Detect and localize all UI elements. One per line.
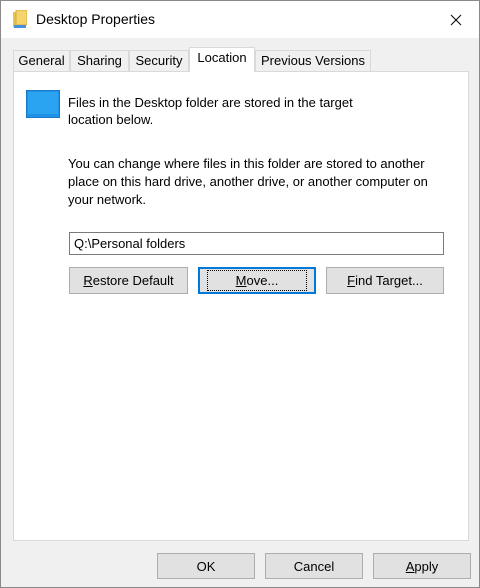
location-description: Files in the Desktop folder are stored i… (68, 94, 368, 128)
title-bar[interactable]: Desktop Properties (1, 1, 479, 38)
ok-label: OK (196, 558, 216, 574)
tab-strip: General Sharing Security Location Previo… (13, 47, 469, 72)
close-button[interactable] (433, 1, 479, 38)
ok-button[interactable]: OK (157, 553, 255, 579)
move-button[interactable]: Move... (198, 267, 316, 294)
location-panel: Files in the Desktop folder are stored i… (13, 71, 469, 541)
properties-dialog: Desktop Properties General Sharing Secur… (0, 0, 480, 588)
description-line: location below. (68, 112, 154, 127)
location-info: You can change where files in this folde… (68, 155, 448, 209)
info-line: You can change where files in this folde… (68, 156, 425, 171)
cancel-button[interactable]: Cancel (265, 553, 363, 579)
restore-default-label: Restore Default (83, 273, 174, 288)
apply-label: Apply (405, 558, 439, 574)
tab-general[interactable]: General (13, 50, 70, 71)
info-line: your network. (68, 192, 147, 207)
desktop-folder-icon (26, 90, 60, 118)
find-target-button[interactable]: Find Target... (326, 267, 444, 294)
location-path-input[interactable] (69, 232, 444, 255)
restore-default-button[interactable]: Restore Default (69, 267, 188, 294)
tab-security[interactable]: Security (129, 50, 189, 71)
description-line: Files in the Desktop folder are stored i… (68, 95, 353, 110)
folder-icon (13, 10, 27, 28)
tab-sharing[interactable]: Sharing (70, 50, 129, 71)
tab-location[interactable]: Location (189, 47, 255, 72)
apply-button[interactable]: Apply (373, 553, 471, 579)
tab-previous-versions[interactable]: Previous Versions (255, 50, 371, 71)
find-target-label: Find Target... (347, 273, 423, 288)
close-icon (450, 14, 462, 25)
window-title: Desktop Properties (36, 11, 156, 27)
info-line: place on this hard drive, another drive,… (68, 174, 428, 189)
move-label: Move... (206, 270, 308, 291)
cancel-label: Cancel (293, 558, 335, 574)
